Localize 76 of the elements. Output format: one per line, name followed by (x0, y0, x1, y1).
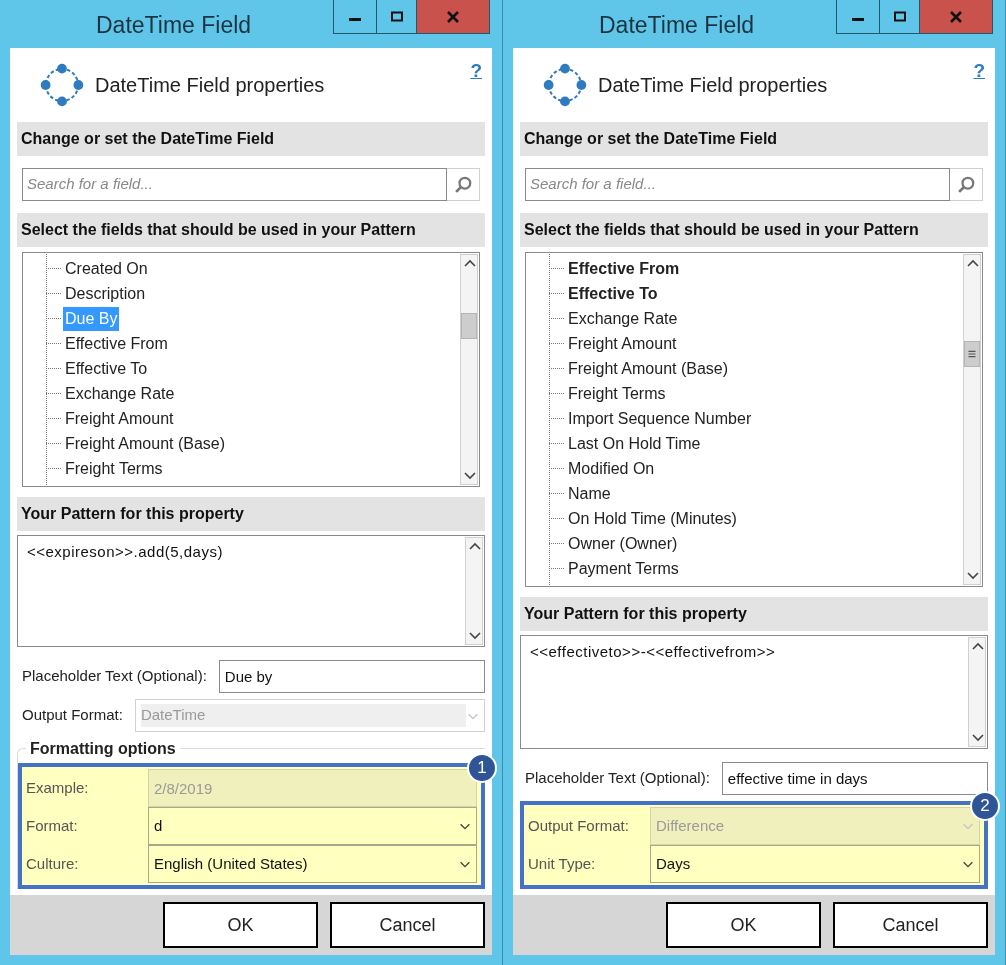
dropdown[interactable]: d (148, 807, 477, 845)
section-header: Change or set the DateTime Field (17, 122, 485, 156)
dialog-button[interactable]: Cancel (330, 902, 485, 948)
field-list-item[interactable]: Effective To (63, 356, 150, 381)
minimize-icon (852, 17, 864, 21)
section-header: Change or set the DateTime Field (520, 122, 988, 156)
field-list-item[interactable]: Freight Terms (566, 381, 668, 406)
field-list-item[interactable]: Owner (Owner) (566, 531, 680, 556)
close-icon (948, 8, 964, 25)
field-list-item[interactable]: Effective To (566, 281, 660, 306)
dialog-button[interactable]: Cancel (833, 902, 988, 948)
section-header: Select the fields that should be used in your Pattern (520, 213, 988, 247)
field-list-item[interactable]: Effective From (566, 256, 682, 281)
field-list-item[interactable]: Created On (63, 256, 150, 281)
field-list-item[interactable]: Payment Terms (566, 556, 681, 581)
minimize-icon (349, 17, 361, 21)
scrollbar[interactable] (460, 254, 478, 485)
close-icon (445, 8, 461, 25)
help-link[interactable]: ? (973, 57, 985, 86)
dialog-button[interactable]: OK (163, 902, 318, 948)
scroll-thumb[interactable] (964, 341, 980, 367)
field-label: Unit Type: (528, 853, 597, 874)
logo-icon (542, 62, 588, 108)
scrollbar[interactable] (963, 254, 981, 585)
field-list-item[interactable]: Import Sequence Number (566, 406, 754, 431)
search-button[interactable] (950, 168, 983, 201)
field-list-item[interactable]: Freight Amount (566, 331, 679, 356)
scrollbar[interactable] (968, 637, 986, 747)
section-header: Your Pattern for this property (520, 597, 988, 631)
field-list-item[interactable]: Freight Terms (63, 456, 165, 481)
close-button[interactable] (417, 0, 489, 33)
field-label: Culture: (26, 853, 80, 874)
field-label: Placeholder Text (Optional): (524, 768, 710, 789)
pattern-text-area[interactable]: <<effectiveto>>-<<effectivefrom>> (520, 635, 988, 749)
field-list-item[interactable]: Freight Amount (63, 406, 176, 431)
field-list-item[interactable]: Freight Amount (Base) (566, 356, 731, 381)
field-label: Output Format: (21, 705, 123, 726)
field-list-item[interactable]: Modified On (566, 456, 657, 481)
close-button[interactable] (920, 0, 992, 33)
pattern-text-area[interactable]: <<expireson>>.add(5,days) (17, 535, 485, 647)
dialog-heading: DateTime Field properties (598, 73, 828, 98)
field-list-item[interactable]: Effective From (63, 331, 170, 356)
dropdown[interactable]: Days (650, 845, 980, 883)
scrollbar[interactable] (465, 537, 483, 645)
field-list-item[interactable]: On Hold Time (Minutes) (566, 506, 739, 531)
search-icon (956, 174, 976, 195)
text-field[interactable]: effective time in days (721, 762, 988, 795)
search-button[interactable] (447, 168, 480, 201)
callout-number-badge: 1 (467, 753, 497, 783)
window-title: DateTime Field (599, 11, 755, 40)
callout-number-badge: 2 (970, 791, 1000, 821)
field-label: Output Format: (528, 815, 630, 836)
search-icon (453, 174, 473, 195)
help-link[interactable]: ? (470, 57, 482, 86)
field-list-item[interactable]: Freight Amount (Base) (63, 431, 228, 456)
section-header: Select the fields that should be used in your Pattern (17, 213, 485, 247)
logo-icon (39, 62, 85, 108)
scroll-thumb[interactable] (461, 313, 477, 339)
field-list-item[interactable]: Last On Hold Time (566, 431, 703, 456)
pattern-text: <<effectiveto>>-<<effectivefrom>> (529, 642, 777, 662)
pattern-text: <<expireson>>.add(5,days) (26, 542, 224, 562)
search-field[interactable]: Search for a field... (525, 168, 950, 201)
field-list-item[interactable]: Exchange Rate (566, 306, 680, 331)
text-field[interactable]: Due by (218, 660, 485, 693)
section-header: Your Pattern for this property (17, 497, 485, 531)
field-list-item[interactable]: Name (566, 481, 613, 506)
search-field[interactable]: Search for a field... (22, 168, 447, 201)
field-label: Format: (26, 815, 79, 836)
field-label: Placeholder Text (Optional): (21, 666, 207, 687)
field-list-item[interactable]: Exchange Rate (63, 381, 177, 406)
window-title: DateTime Field (96, 11, 252, 40)
dialog-button[interactable]: OK (666, 902, 821, 948)
dropdown[interactable]: English (United States) (148, 845, 477, 883)
field-list-item[interactable]: Description (63, 281, 148, 306)
field-label: Example: (26, 777, 90, 798)
dialog-heading: DateTime Field properties (95, 73, 325, 98)
